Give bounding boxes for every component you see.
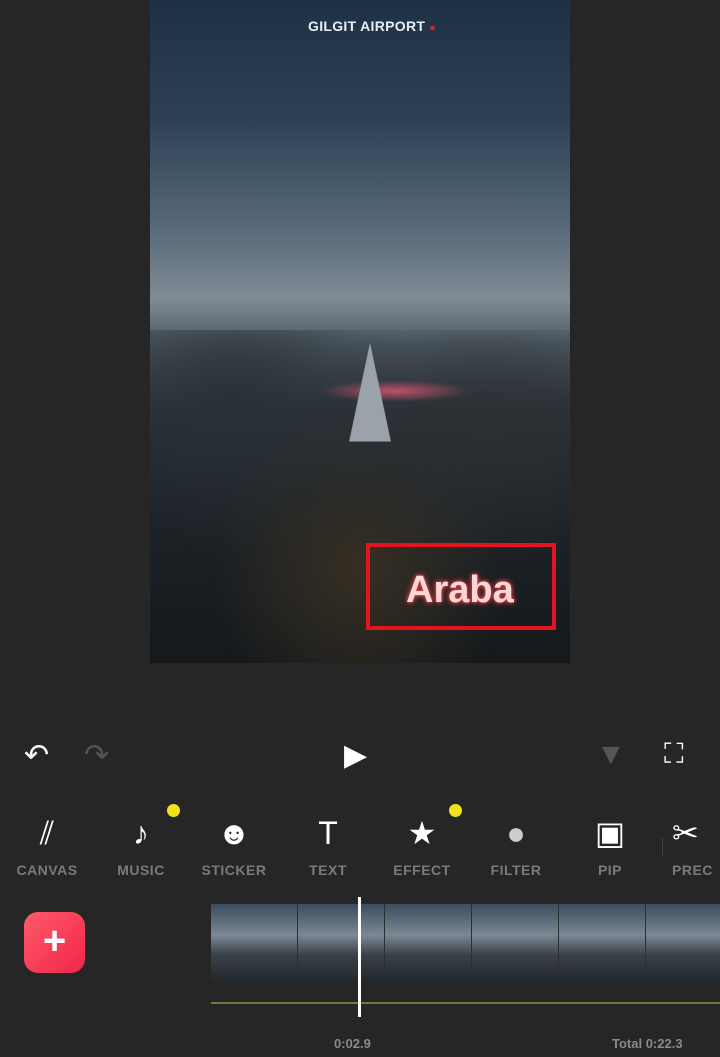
tool-canvas[interactable]: ⫽ CANVAS — [2, 810, 92, 878]
clip-frame — [472, 904, 559, 982]
pip-icon: ▣ — [594, 815, 626, 851]
video-preview[interactable]: GILGIT AIRPORT ● Araba — [150, 0, 570, 663]
filter-icon: ● — [506, 815, 526, 851]
effect-new-dot — [449, 804, 462, 817]
tool-label: CANVAS — [16, 862, 78, 878]
clip-frame — [559, 904, 646, 982]
runway — [349, 342, 391, 442]
tool-sticker[interactable]: ☻ STICKER — [189, 810, 279, 878]
undo-icon[interactable]: ↶ — [24, 738, 49, 773]
canvas-icon: ⫽ — [39, 815, 55, 851]
tool-music[interactable]: ♪ MUSIC — [96, 810, 186, 878]
tool-label: MUSIC — [117, 862, 165, 878]
clip-frame — [646, 904, 720, 982]
divider — [662, 838, 663, 856]
tool-pip[interactable]: ▣ PIP — [565, 810, 655, 878]
tool-effect[interactable]: ★ EFFECT — [377, 810, 467, 878]
location-caption: GILGIT AIRPORT ● — [308, 18, 437, 34]
playhead[interactable] — [358, 897, 361, 1017]
selected-text-overlay[interactable]: Araba — [366, 543, 556, 630]
add-keyframe-icon[interactable]: ▼ — [596, 738, 626, 772]
tool-filter[interactable]: ● FILTER — [471, 810, 561, 878]
clip-frame — [298, 904, 385, 982]
audio-track-line — [211, 1002, 720, 1004]
runway-lights — [320, 380, 470, 402]
redo-icon[interactable]: ↷ — [84, 738, 109, 773]
tool-label: FILTER — [490, 862, 542, 878]
tool-label: PIP — [597, 862, 623, 878]
text-icon: T — [318, 815, 338, 851]
add-clip-button[interactable]: + — [24, 912, 85, 973]
tool-precut[interactable]: ✂ PREC — [672, 810, 720, 878]
tool-label: PREC — [672, 862, 713, 878]
tool-bar: ⫽ CANVAS ♪ MUSIC ☻ STICKER T TEXT ★ EFFECT ● F… — [0, 800, 720, 895]
scissors-icon: ✂ — [672, 815, 699, 851]
sticker-icon: ☻ — [217, 815, 251, 851]
total-time: Total 0:22.3 — [612, 1036, 683, 1051]
tool-label: EFFECT — [393, 862, 451, 878]
map-pin-icon: ● — [429, 22, 437, 34]
overlay-text: Araba — [406, 569, 514, 611]
clip-frame — [211, 904, 298, 982]
clip-timeline[interactable] — [211, 904, 720, 982]
tool-label: TEXT — [309, 862, 347, 878]
fullscreen-icon[interactable]: ⛶ — [664, 738, 684, 771]
clip-frame — [385, 904, 472, 982]
current-time: 0:02.9 — [334, 1036, 371, 1051]
tool-text[interactable]: T TEXT — [283, 810, 373, 878]
tool-label: STICKER — [201, 862, 267, 878]
play-icon[interactable]: ▶ — [344, 738, 367, 773]
music-new-dot — [167, 804, 180, 817]
